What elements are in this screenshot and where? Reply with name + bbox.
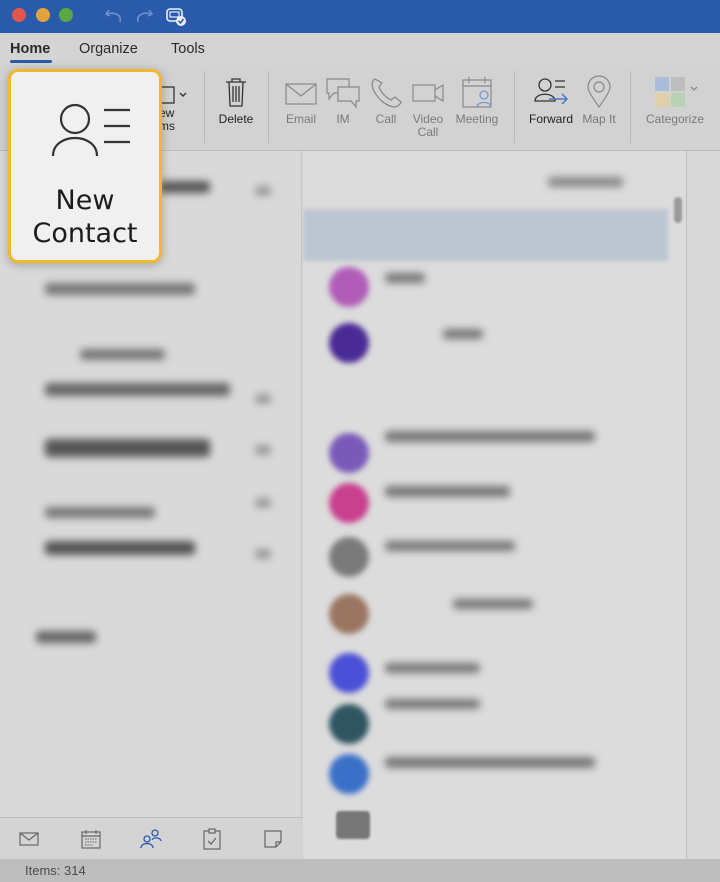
status-bar: Items: 314 bbox=[0, 859, 720, 882]
folder-item[interactable] bbox=[45, 383, 230, 396]
delete-label: Delete bbox=[218, 112, 254, 126]
folder-item[interactable] bbox=[80, 349, 165, 360]
ribbon-separator bbox=[268, 71, 269, 143]
video-call-label-1: Video bbox=[412, 112, 444, 126]
folder-count bbox=[255, 445, 271, 455]
categorize-icon bbox=[655, 77, 698, 107]
folder-count bbox=[255, 394, 271, 404]
im-label: IM bbox=[336, 112, 350, 126]
categorize-label: Categorize bbox=[645, 112, 705, 126]
list-scrollbar[interactable] bbox=[674, 197, 682, 223]
mail-icon[interactable] bbox=[18, 828, 40, 850]
forward-contact-icon bbox=[534, 78, 569, 105]
map-pin-icon bbox=[587, 75, 611, 109]
undo-icon[interactable] bbox=[102, 4, 126, 28]
im-button[interactable]: IM bbox=[325, 75, 361, 126]
folder-count bbox=[255, 498, 271, 508]
contact-list bbox=[303, 151, 686, 859]
new-contact-label-line2: Contact bbox=[32, 218, 138, 249]
contact-avatar bbox=[329, 704, 369, 744]
new-contact-button[interactable]: New Contact bbox=[8, 69, 162, 263]
contact-name[interactable] bbox=[453, 599, 533, 609]
contact-avatar-pixelated bbox=[336, 811, 370, 839]
contact-avatar bbox=[329, 323, 369, 363]
contact-name[interactable] bbox=[385, 699, 480, 709]
meeting-button[interactable]: Meeting bbox=[452, 75, 502, 126]
folder-count bbox=[255, 549, 271, 559]
tasks-icon[interactable] bbox=[201, 828, 223, 850]
call-label: Call bbox=[375, 112, 397, 126]
new-contact-label-line1: New bbox=[55, 185, 115, 216]
contact-name[interactable] bbox=[385, 541, 515, 551]
email-label: Email bbox=[285, 112, 316, 126]
contact-name[interactable] bbox=[385, 486, 510, 497]
contact-avatar bbox=[329, 754, 369, 794]
module-switcher bbox=[0, 817, 303, 859]
meeting-label: Meeting bbox=[455, 112, 499, 126]
contact-name[interactable] bbox=[385, 757, 595, 768]
tab-organize[interactable]: Organize bbox=[79, 41, 138, 57]
video-camera-icon bbox=[412, 83, 444, 103]
forward-label: Forward bbox=[528, 112, 573, 126]
reading-pane bbox=[686, 151, 720, 859]
email-button[interactable]: Email bbox=[282, 75, 320, 126]
forward-button[interactable]: Forward bbox=[526, 75, 576, 126]
ribbon-separator bbox=[630, 71, 631, 143]
folder-item[interactable] bbox=[45, 507, 155, 518]
map-it-button[interactable]: Map It bbox=[580, 75, 618, 126]
folder-item[interactable] bbox=[45, 439, 210, 457]
folder-count bbox=[255, 186, 271, 196]
sort-dropdown[interactable] bbox=[548, 177, 623, 187]
video-call-button[interactable]: Video Call bbox=[408, 75, 448, 139]
ribbon-separator bbox=[514, 71, 515, 143]
folder-item[interactable] bbox=[45, 283, 195, 295]
delete-button[interactable]: Delete bbox=[214, 75, 258, 126]
contact-avatar bbox=[329, 653, 369, 693]
folder-item[interactable] bbox=[160, 181, 210, 193]
map-it-label: Map It bbox=[582, 112, 616, 126]
close-window-button[interactable] bbox=[12, 8, 26, 22]
video-call-label-2: Call bbox=[417, 125, 439, 139]
people-icon[interactable] bbox=[140, 828, 162, 850]
active-tab-indicator bbox=[10, 60, 52, 63]
contact-name[interactable] bbox=[385, 663, 480, 673]
phone-icon bbox=[371, 78, 402, 108]
calendar-icon[interactable] bbox=[80, 828, 102, 850]
notes-icon[interactable] bbox=[262, 828, 284, 850]
ribbon-tabs: Home Organize Tools bbox=[0, 33, 720, 65]
contact-name[interactable] bbox=[443, 329, 483, 339]
contact-avatar bbox=[329, 537, 369, 577]
selected-contact-row[interactable] bbox=[303, 209, 668, 261]
call-button[interactable]: Call bbox=[369, 75, 403, 126]
title-bar bbox=[0, 0, 720, 33]
ribbon-separator bbox=[204, 71, 205, 143]
item-count: Items: 314 bbox=[25, 863, 86, 878]
sync-status-icon[interactable] bbox=[164, 4, 188, 28]
folder-item[interactable] bbox=[45, 541, 195, 555]
trash-icon bbox=[226, 78, 246, 107]
tab-home[interactable]: Home bbox=[10, 41, 50, 57]
categorize-button[interactable]: Categorize bbox=[642, 75, 708, 126]
contact-name[interactable] bbox=[385, 273, 425, 283]
email-icon bbox=[285, 83, 317, 105]
contact-avatar bbox=[329, 433, 369, 473]
minimize-window-button[interactable] bbox=[36, 8, 50, 22]
new-contact-icon bbox=[51, 103, 130, 157]
zoom-window-button[interactable] bbox=[59, 8, 73, 22]
contact-name[interactable] bbox=[385, 431, 595, 442]
contact-avatar bbox=[329, 483, 369, 523]
chat-icon bbox=[326, 78, 360, 109]
redo-icon[interactable] bbox=[132, 4, 156, 28]
new-contact-label: New Contact bbox=[11, 184, 159, 250]
contact-avatar bbox=[329, 267, 369, 307]
meeting-icon bbox=[462, 77, 492, 108]
folder-item[interactable] bbox=[36, 631, 96, 643]
contact-avatar bbox=[329, 594, 369, 634]
tab-tools[interactable]: Tools bbox=[171, 41, 205, 57]
